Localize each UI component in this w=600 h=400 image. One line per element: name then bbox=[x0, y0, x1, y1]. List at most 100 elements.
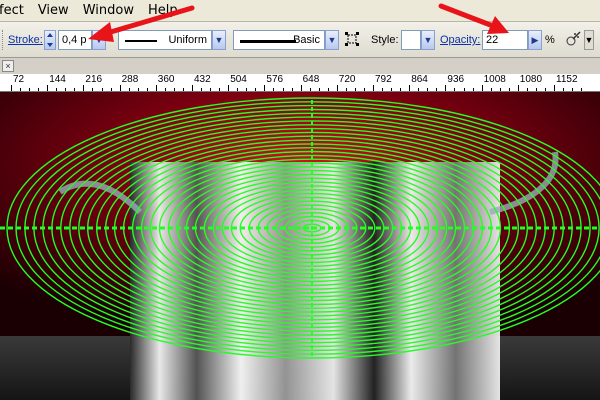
ruler-label: 216 bbox=[85, 74, 103, 85]
ruler-label: 648 bbox=[302, 74, 320, 85]
ruler-minor-tick bbox=[508, 88, 510, 91]
ruler-minor-tick bbox=[400, 88, 402, 91]
brush-definition[interactable]: Basic bbox=[233, 30, 325, 50]
ruler-minor-tick bbox=[164, 88, 166, 91]
ruler-minor-tick bbox=[427, 88, 429, 91]
annotation-arrow-opacity bbox=[438, 3, 509, 34]
horizontal-ruler[interactable]: 72 144 216 288 360 432 504 576 648 720 792 864 936 10… bbox=[0, 74, 600, 92]
menu-effect[interactable]: fect bbox=[0, 0, 31, 22]
ruler-minor-tick bbox=[137, 88, 139, 91]
ruler-tick bbox=[445, 85, 447, 91]
ruler-minor-tick bbox=[309, 88, 311, 91]
ruler-minor-tick bbox=[318, 88, 320, 91]
ruler-label: 792 bbox=[375, 74, 392, 85]
ruler-minor-tick bbox=[418, 88, 420, 91]
ruler-tick bbox=[336, 85, 338, 91]
ruler-minor-tick bbox=[345, 88, 347, 91]
ruler-tick bbox=[47, 85, 49, 91]
close-document-icon[interactable]: × bbox=[2, 60, 14, 72]
ruler-minor-tick bbox=[65, 88, 67, 91]
ruler-minor-tick bbox=[544, 88, 546, 91]
ruler-minor-tick bbox=[255, 88, 257, 91]
document-tab-row: × bbox=[0, 58, 600, 74]
opacity-percent: % bbox=[545, 34, 555, 46]
graphic-style-swatch[interactable] bbox=[401, 30, 421, 50]
ruler-minor-tick bbox=[499, 88, 501, 91]
ruler-minor-tick bbox=[291, 88, 293, 91]
ruler-minor-tick bbox=[182, 88, 184, 91]
recolor-icon[interactable] bbox=[565, 31, 581, 47]
ruler-tick bbox=[192, 85, 193, 91]
ruler-label: 864 bbox=[411, 74, 428, 85]
ruler-tick bbox=[228, 85, 230, 91]
ruler-minor-tick bbox=[391, 88, 393, 91]
ruler-label: 936 bbox=[447, 74, 465, 85]
artwork bbox=[0, 92, 600, 400]
ruler-tick bbox=[517, 85, 519, 91]
annotation-arrow-stroke bbox=[88, 5, 195, 42]
recolor-dropdown-icon[interactable]: ▼ bbox=[584, 30, 594, 50]
ruler-minor-tick bbox=[354, 88, 356, 91]
ruler-minor-tick bbox=[146, 88, 148, 91]
toolbar-gripper[interactable] bbox=[2, 30, 5, 50]
brush-preview-line bbox=[240, 40, 296, 43]
opacity-flyout-chevron-right-icon[interactable]: ▶ bbox=[528, 30, 542, 50]
ruler-minor-tick bbox=[101, 88, 103, 91]
profile-dropdown-icon[interactable]: ▼ bbox=[212, 30, 226, 50]
stroke-options-icon[interactable] bbox=[345, 32, 359, 46]
ruler-tick bbox=[409, 85, 411, 91]
ruler-label: 576 bbox=[266, 74, 284, 85]
ruler-minor-tick bbox=[92, 88, 94, 91]
ruler-minor-tick bbox=[526, 88, 528, 91]
stroke-stepper-icon[interactable] bbox=[44, 30, 56, 50]
ruler-minor-tick bbox=[273, 88, 275, 91]
ruler-label: 1152 bbox=[556, 74, 578, 85]
ruler-minor-tick bbox=[173, 88, 175, 91]
ruler-tick bbox=[300, 85, 302, 91]
ruler-minor-tick bbox=[454, 88, 456, 91]
ruler-label: 288 bbox=[121, 74, 139, 85]
ruler-minor-tick bbox=[436, 88, 438, 91]
ruler-label: 432 bbox=[194, 74, 211, 85]
artboard-canvas[interactable] bbox=[0, 92, 600, 400]
ruler-tick bbox=[373, 85, 374, 91]
menu-view[interactable]: View bbox=[31, 0, 76, 22]
ruler-minor-tick bbox=[210, 88, 212, 91]
ruler-minor-tick bbox=[581, 88, 583, 91]
ruler-tick bbox=[264, 85, 266, 91]
ruler-minor-tick bbox=[246, 88, 248, 91]
ruler-minor-tick bbox=[201, 88, 203, 91]
ruler-label: 720 bbox=[338, 74, 356, 85]
ruler-tick bbox=[83, 85, 85, 91]
ruler-minor-tick bbox=[282, 88, 284, 91]
ruler-tick bbox=[119, 85, 121, 91]
style-dropdown-icon[interactable]: ▼ bbox=[421, 30, 435, 50]
ruler-minor-tick bbox=[29, 88, 31, 91]
stroke-label[interactable]: Stroke: bbox=[8, 34, 43, 46]
ruler-tick bbox=[155, 85, 157, 91]
ruler-minor-tick bbox=[20, 88, 22, 91]
ruler-minor-tick bbox=[128, 88, 130, 91]
ruler-label: 360 bbox=[157, 74, 175, 85]
ruler-tick bbox=[481, 85, 483, 91]
ruler-minor-tick bbox=[110, 88, 112, 91]
ruler-minor-tick bbox=[472, 88, 474, 91]
ruler-minor-tick bbox=[327, 88, 329, 91]
ruler-minor-tick bbox=[490, 88, 492, 91]
ruler-minor-tick bbox=[463, 88, 465, 91]
ruler-label: 1080 bbox=[519, 74, 543, 85]
style-label: Style: bbox=[371, 34, 399, 46]
ruler-minor-tick bbox=[563, 88, 565, 91]
ruler-minor-tick bbox=[56, 88, 58, 91]
ruler-minor-tick bbox=[219, 88, 221, 91]
ruler-label: 504 bbox=[230, 74, 247, 85]
ruler-minor-tick bbox=[382, 88, 384, 91]
brush-dropdown-icon[interactable]: ▼ bbox=[325, 30, 339, 50]
ruler-minor-tick bbox=[74, 88, 76, 91]
ruler-minor-tick bbox=[535, 88, 537, 91]
ruler-minor-tick bbox=[572, 88, 574, 91]
ruler-minor-tick bbox=[38, 88, 40, 91]
ruler-tick bbox=[554, 85, 555, 91]
ruler-label: 1008 bbox=[483, 74, 506, 85]
ruler-tick bbox=[11, 85, 12, 91]
